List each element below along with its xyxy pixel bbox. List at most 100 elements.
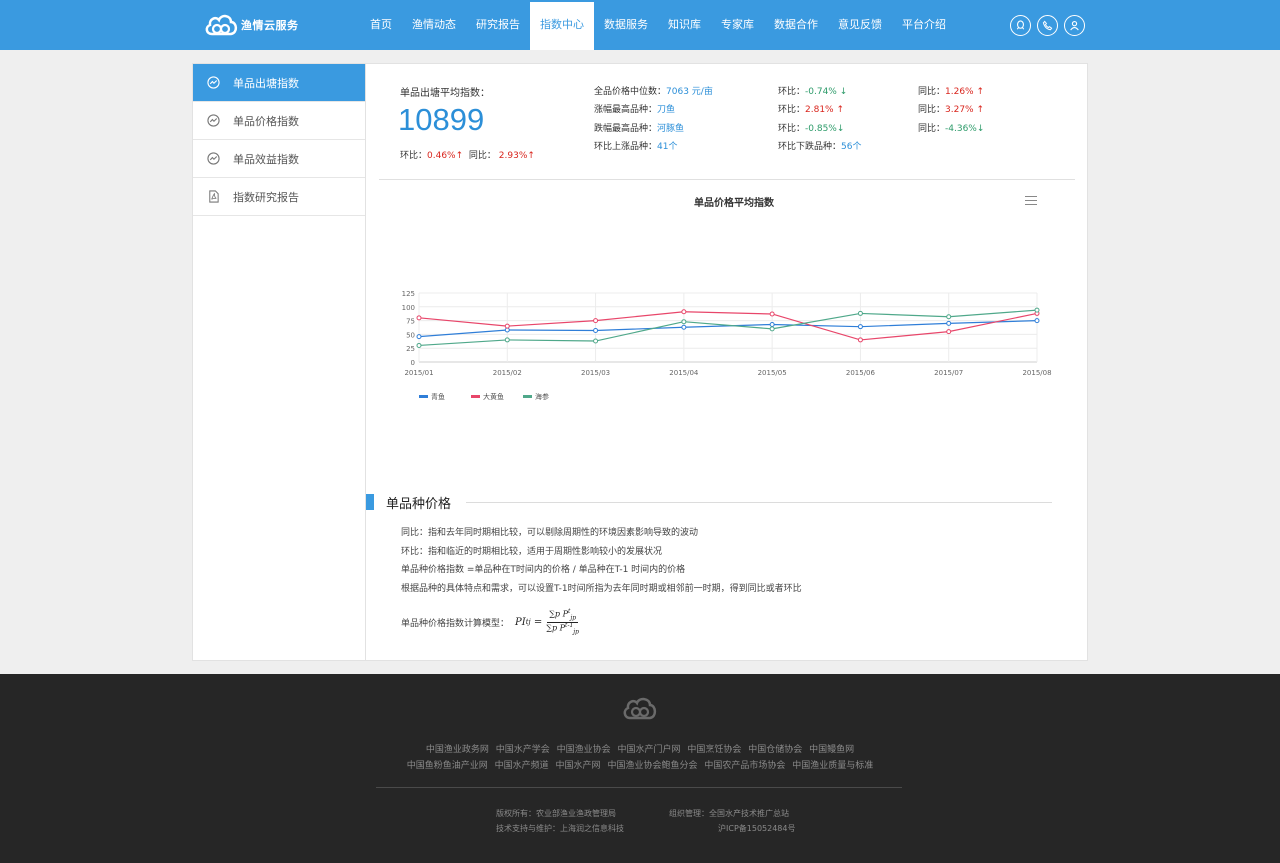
formula-denominator: ∑p P: [546, 623, 566, 633]
data-point: [416, 334, 422, 340]
footer-link[interactable]: 中国农产品市场协会: [704, 761, 785, 771]
formula-lhs: PI: [515, 616, 526, 628]
huanbi-value: 0.46%: [427, 151, 456, 161]
data-point: [769, 321, 775, 327]
footer-links-row1: 中国渔业政务网 中国水产学会 中国渔业协会 中国水产门户网 中国烹饪协会 中国仓…: [0, 742, 1280, 755]
footer-organizer: 组织管理：全国水产技术推广总站: [669, 809, 789, 818]
arrow-down-icon: ↓: [836, 124, 845, 134]
desc-line: 单品种价格指数 =单品种在T时间内的价格 / 单品种在T-1 时间内的价格: [401, 565, 686, 575]
tongbi-label: 同比：: [918, 87, 946, 97]
sidebar-item-label: 单品价格指数: [233, 114, 299, 128]
data-point: [593, 328, 599, 334]
arrow-down-icon: ↓: [976, 124, 985, 134]
footer-link[interactable]: 中国渔业质量与标准: [792, 761, 873, 771]
footer-link[interactable]: 中国鳗鱼网: [809, 745, 854, 755]
data-point: [857, 324, 863, 330]
sidebar: 单品出塘指数 单品价格指数 单品效益指数 指数研究报告: [193, 64, 366, 660]
footer-link[interactable]: 中国渔业协会: [557, 745, 611, 755]
arrow-up-icon: ↑: [527, 151, 535, 161]
footer-link[interactable]: 中国烹饪协会: [687, 745, 741, 755]
top-rise-label: 涨幅最高品种：: [594, 105, 658, 115]
section-title: 单品种价格: [386, 497, 452, 512]
arrow-up-icon: ↑: [455, 151, 464, 161]
nav-research-reports[interactable]: 研究报告: [466, 0, 530, 50]
desc-line: 根据品种的具体特点和需求，可以设置T-1时间所指为去年同时期或相邻前一时期，得到…: [401, 584, 802, 594]
rise-tongbi: 同比：3.27% ↑: [918, 102, 984, 115]
footer-link[interactable]: 中国水产门户网: [617, 745, 680, 755]
user-icon[interactable]: [1064, 15, 1085, 36]
data-point: [857, 337, 863, 343]
sidebar-item-index-reports[interactable]: 指数研究报告: [193, 178, 365, 216]
footer-tech-support: 技术支持与维护：上海润之信息科技: [496, 824, 624, 833]
sidebar-item-label: 指数研究报告: [233, 190, 299, 204]
footer-link[interactable]: 中国水产网: [556, 761, 601, 771]
cloud-logo-icon: [205, 14, 238, 36]
nav-home[interactable]: 首页: [360, 0, 402, 50]
rise-huanbi: 环比：2.81% ↑: [778, 102, 844, 115]
sidebar-item-benefit-index[interactable]: 单品效益指数: [193, 140, 365, 178]
nav-fishery-news[interactable]: 渔情动态: [402, 0, 466, 50]
fall-huanbi: 环比：-0.85%↓: [778, 121, 844, 134]
huanbi-value: 2.81%: [805, 105, 834, 115]
data-point: [681, 319, 687, 325]
data-point: [416, 342, 422, 348]
line-chart-svg: 0 25 50 75 100 125 2015/01 2015/02 2015/03 2015/0…: [402, 290, 1052, 401]
footer-divider: [376, 787, 902, 788]
down-count: 环比下跌品种：56个: [778, 139, 861, 152]
main-nav: 首页 渔情动态 研究报告 指数中心 数据服务 知识库 专家库 数据合作 意见反馈…: [360, 0, 956, 50]
nav-index-center[interactable]: 指数中心: [530, 0, 594, 50]
nav-experts[interactable]: 专家库: [711, 0, 764, 50]
huanbi-label: 环比：: [778, 87, 806, 97]
up-count-value: 41个: [657, 142, 678, 152]
content-panel: 单品出塘指数 单品价格指数 单品效益指数 指数研究报告 单品出塘平均指数： 10…: [192, 63, 1088, 661]
huanbi-label: 环比：: [778, 105, 806, 115]
footer-link[interactable]: 中国渔业政务网: [426, 745, 489, 755]
x-tick-label: 2015/07: [934, 369, 963, 377]
qq-icon[interactable]: [1010, 15, 1031, 36]
trend-icon: [207, 152, 220, 165]
x-tick-label: 2015/01: [404, 369, 433, 377]
footer-link[interactable]: 中国鱼粉鱼油产业网: [407, 761, 488, 771]
data-point: [504, 337, 510, 343]
top-fall-value[interactable]: 河豚鱼: [657, 124, 684, 134]
section-header: 单品种价格: [366, 494, 1056, 512]
tongbi-label: 同比：: [918, 124, 946, 134]
pdf-icon: [207, 190, 220, 203]
nav-platform-intro[interactable]: 平台介绍: [892, 0, 956, 50]
data-point: [1034, 318, 1040, 324]
footer-link[interactable]: 中国水产频道: [495, 761, 549, 771]
median-price-value: 7063 元/亩: [666, 87, 713, 97]
footer-link[interactable]: 中国水产学会: [496, 745, 550, 755]
stats-summary: 单品出塘平均指数： 10899 环比：0.46%↑ 同比： 2.93%↑ 全品价…: [367, 64, 1087, 180]
nav-knowledge-base[interactable]: 知识库: [658, 0, 711, 50]
footer-links-row2: 中国鱼粉鱼油产业网 中国水产频道 中国水产网 中国渔业协会鲍鱼分会 中国农产品市…: [0, 758, 1280, 771]
phone-icon[interactable]: [1037, 15, 1058, 36]
up-count: 环比上涨品种：41个: [594, 139, 677, 152]
footer-copyright: 版权所有：农业部渔业渔政管理局: [496, 809, 616, 818]
y-tick-label: 50: [406, 331, 415, 339]
nav-data-services[interactable]: 数据服务: [594, 0, 658, 50]
y-tick-label: 125: [402, 290, 415, 298]
legend-swatch: [471, 395, 480, 398]
formula-row: 单品种价格指数计算模型： PI t j = ∑p Ptjp ∑p Pt-1jp: [401, 608, 579, 635]
x-tick-label: 2015/08: [1022, 369, 1051, 377]
top-rise-value[interactable]: 刀鱼: [657, 105, 675, 115]
sidebar-item-price-index[interactable]: 单品价格指数: [193, 102, 365, 140]
arrow-up-icon: ↑: [976, 87, 985, 97]
footer-link[interactable]: 中国仓储协会: [748, 745, 802, 755]
x-tick-label: 2015/06: [846, 369, 876, 377]
legend-swatch: [523, 395, 532, 398]
footer-link[interactable]: 中国渔业协会鲍鱼分会: [607, 761, 697, 771]
median-price: 全品价格中位数：7063 元/亩: [594, 84, 713, 97]
nav-data-cooperation[interactable]: 数据合作: [764, 0, 828, 50]
nav-feedback[interactable]: 意见反馈: [828, 0, 892, 50]
sidebar-item-label: 单品出塘指数: [233, 76, 299, 90]
sidebar-item-output-index[interactable]: 单品出塘指数: [193, 64, 365, 102]
formula-label: 单品种价格指数计算模型：: [401, 618, 510, 629]
top-rise: 涨幅最高品种：刀鱼: [594, 102, 675, 115]
series-line: [418, 309, 1038, 347]
tongbi-value: 3.27%: [945, 105, 974, 115]
footer: 中国渔业政务网 中国水产学会 中国渔业协会 中国水产门户网 中国烹饪协会 中国仓…: [0, 674, 1280, 863]
legend-label: 海参: [535, 392, 549, 401]
logo[interactable]: 渔情云服务: [204, 11, 299, 39]
